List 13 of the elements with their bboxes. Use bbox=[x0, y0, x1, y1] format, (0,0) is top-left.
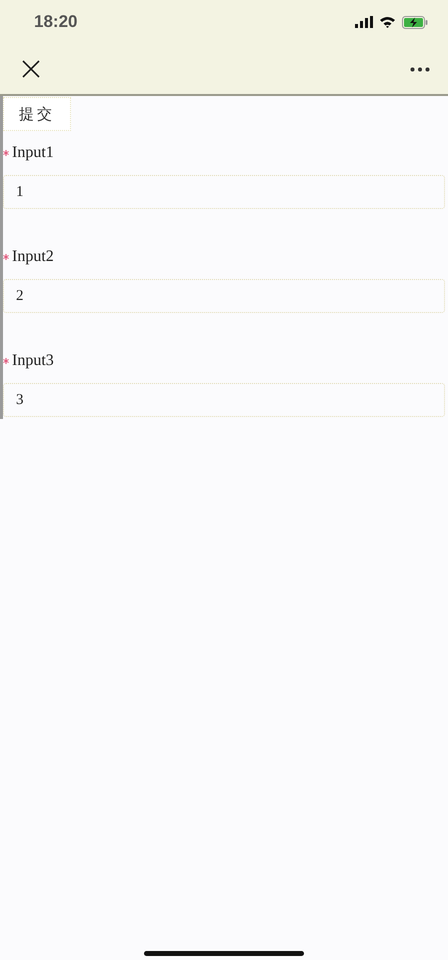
wifi-icon bbox=[379, 16, 396, 28]
more-icon[interactable] bbox=[410, 66, 430, 72]
field-label: Input2 bbox=[12, 248, 54, 266]
field-label: Input3 bbox=[12, 352, 54, 370]
input-field[interactable]: 2 bbox=[3, 279, 445, 313]
battery-icon bbox=[402, 16, 428, 28]
input-field[interactable]: 1 bbox=[3, 175, 445, 209]
input-field[interactable]: 3 bbox=[3, 383, 445, 417]
field-label: Input1 bbox=[12, 144, 54, 162]
status-time: 18:20 bbox=[34, 12, 78, 32]
close-icon[interactable] bbox=[22, 60, 40, 78]
signal-icon bbox=[355, 16, 373, 28]
submit-button[interactable]: 提交 bbox=[3, 97, 71, 131]
